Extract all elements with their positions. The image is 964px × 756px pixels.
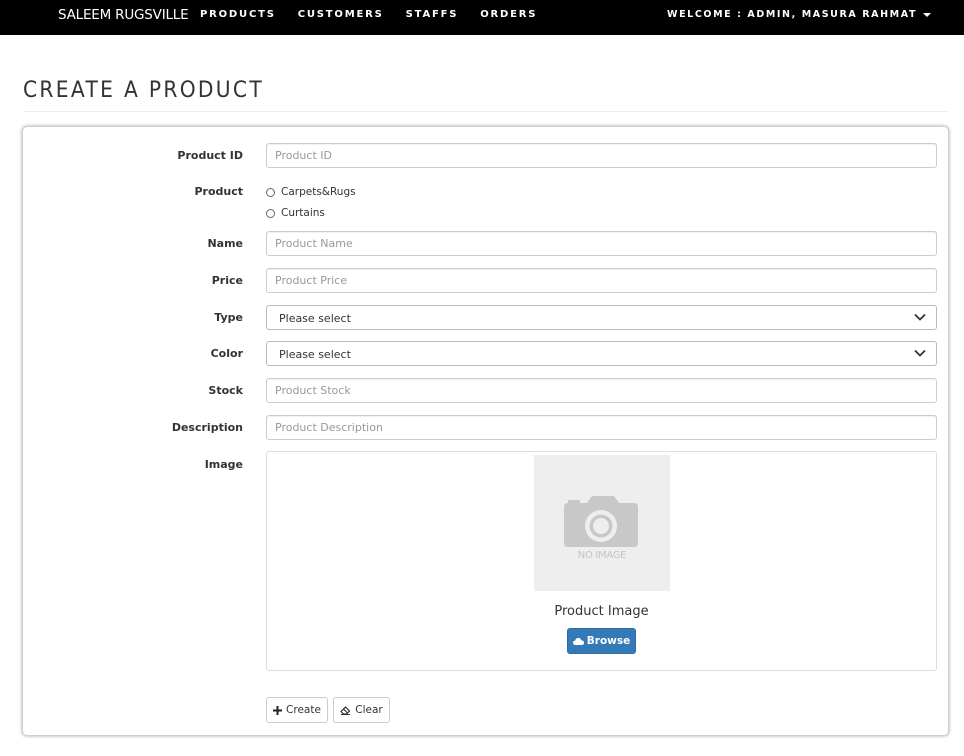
color-select-value: Please select: [279, 348, 351, 361]
title-divider: [23, 111, 948, 112]
stock-input[interactable]: [266, 378, 937, 403]
description-label: Description: [171, 421, 243, 434]
type-select[interactable]: Please select: [266, 305, 937, 330]
nav-links: PRODUCTS CUSTOMERS STAFFS ORDERS: [200, 0, 559, 35]
create-button[interactable]: Create: [266, 697, 328, 723]
eraser-icon: [340, 706, 351, 715]
radio-carpets-rugs[interactable]: Carpets&Rugs: [266, 186, 356, 198]
description-input[interactable]: [266, 415, 937, 440]
browse-button-label: Browse: [586, 635, 631, 647]
caret-down-icon: [923, 12, 932, 17]
welcome-text: WELCOME : ADMIN, MASURA RAHMAT: [667, 9, 918, 20]
user-menu[interactable]: WELCOME : ADMIN, MASURA RAHMAT: [667, 0, 932, 30]
name-label: Name: [207, 237, 243, 250]
type-select-value: Please select: [279, 312, 351, 325]
name-input[interactable]: [266, 231, 937, 256]
nav-link-customers[interactable]: CUSTOMERS: [298, 0, 384, 35]
clear-button-label: Clear: [355, 704, 383, 716]
radio-label-carpets-rugs: Carpets&Rugs: [281, 186, 356, 198]
image-upload-box: NO IMAGE Product Image Browse: [266, 451, 937, 671]
product-id-label: Product ID: [177, 149, 243, 162]
browse-button[interactable]: Browse: [567, 628, 636, 654]
image-caption: Product Image: [554, 604, 649, 619]
chevron-down-icon: [914, 313, 926, 321]
product-label: Product: [194, 185, 243, 198]
price-input[interactable]: [266, 268, 937, 293]
nav-link-orders[interactable]: ORDERS: [480, 0, 537, 35]
color-label: Color: [210, 347, 243, 360]
radio-label-curtains: Curtains: [281, 207, 325, 219]
nav-link-staffs[interactable]: STAFFS: [406, 0, 459, 35]
image-label: Image: [204, 458, 243, 471]
page-title: CREATE A PRODUCT: [23, 78, 265, 103]
top-navbar: SALEEM RUGSVILLE PRODUCTS CUSTOMERS STAF…: [0, 0, 964, 35]
color-select[interactable]: Please select: [266, 341, 937, 366]
radio-curtains[interactable]: Curtains: [266, 207, 325, 219]
no-image-text: NO IMAGE: [577, 550, 627, 561]
brand-logo[interactable]: SALEEM RUGSVILLE: [58, 7, 189, 23]
plus-icon: [273, 705, 283, 715]
nav-link-products[interactable]: PRODUCTS: [200, 0, 276, 35]
stock-label: Stock: [208, 384, 243, 397]
camera-icon: [564, 496, 638, 547]
chevron-down-icon: [914, 349, 926, 357]
clear-button[interactable]: Clear: [333, 697, 390, 723]
radio-circle[interactable]: [266, 208, 275, 218]
price-label: Price: [211, 274, 243, 287]
no-image-placeholder: NO IMAGE: [534, 455, 670, 591]
product-id-input[interactable]: [266, 143, 937, 168]
type-label: Type: [214, 311, 243, 324]
create-button-label: Create: [286, 704, 321, 716]
cloud-icon: [572, 637, 584, 645]
radio-circle[interactable]: [266, 187, 275, 197]
